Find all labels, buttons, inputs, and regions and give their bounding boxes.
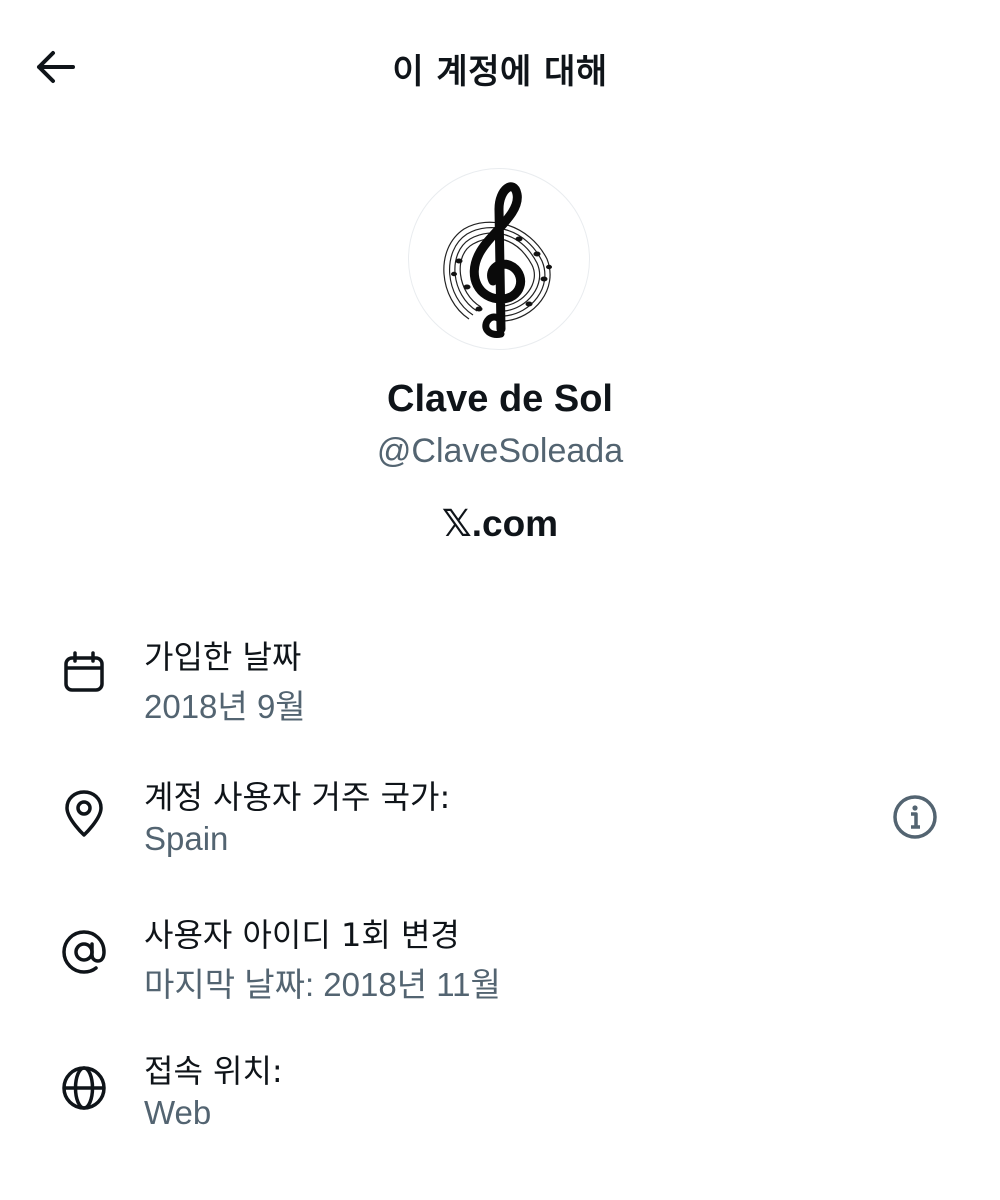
joined-value: 2018년 9월: [144, 688, 306, 725]
connected-via-label: 접속 위치:: [144, 1052, 283, 1090]
joined-date-item: 가입한 날짜 2018년 9월: [0, 632, 1000, 752]
page-title: 이 계정에 대해: [392, 52, 608, 92]
platform-label: 𝕏.com: [0, 502, 1000, 545]
calendar-icon: [58, 646, 110, 698]
connected-via-item: 접속 위치: Web: [0, 1046, 1000, 1166]
connected-via-value: Web: [144, 1094, 212, 1131]
username-change-value: 마지막 날짜: 2018년 11월: [144, 966, 501, 1003]
country-label: 계정 사용자 거주 국가:: [144, 778, 451, 816]
top-bar: 이 계정에 대해: [0, 0, 1000, 140]
location-pin-icon: [58, 788, 110, 840]
platform-suffix: .com: [471, 503, 559, 544]
country-item: 계정 사용자 거주 국가: Spain: [0, 772, 1000, 892]
joined-label: 가입한 날짜: [144, 638, 302, 676]
country-info-button[interactable]: [890, 794, 940, 844]
username-change-label: 사용자 아이디 1회 변경: [144, 916, 460, 954]
country-value: Spain: [144, 820, 229, 857]
username-change-item: 사용자 아이디 1회 변경 마지막 날짜: 2018년 11월: [0, 910, 1000, 1030]
x-logo-icon: 𝕏: [441, 502, 472, 545]
user-handle: @ClaveSoleada: [376, 432, 624, 470]
treble-clef-icon: [443, 182, 552, 339]
info-icon: [891, 793, 939, 845]
avatar[interactable]: [408, 168, 590, 350]
globe-icon: [58, 1062, 110, 1114]
at-sign-icon: [58, 926, 110, 978]
display-name: Clave de Sol: [387, 378, 613, 420]
